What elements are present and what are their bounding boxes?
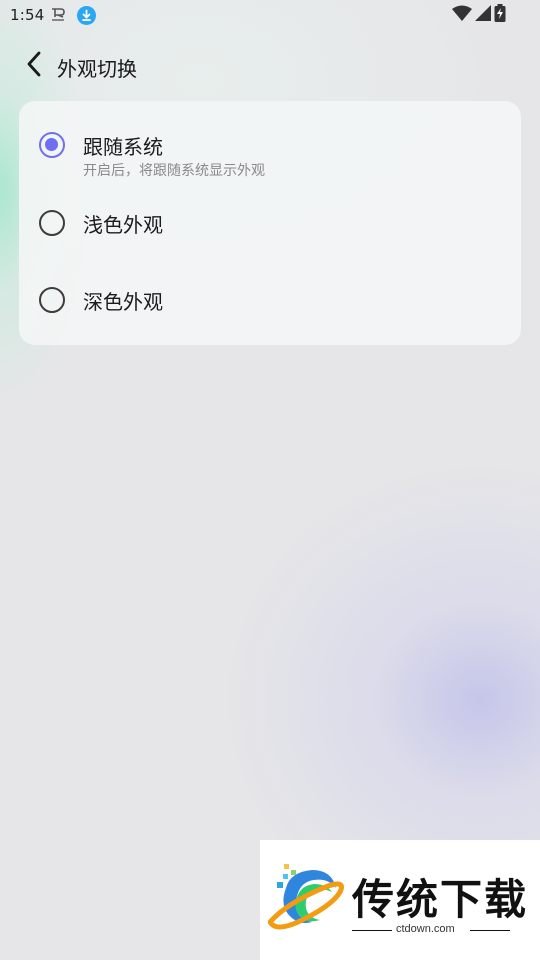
watermark-logo-icon xyxy=(266,862,346,936)
watermark: 传统下载 ctdown.com xyxy=(260,840,540,960)
option-label: 深色外观 xyxy=(83,290,163,314)
option-light-appearance[interactable]: 浅色外观 xyxy=(19,201,521,245)
option-label: 浅色外观 xyxy=(83,213,163,237)
watermark-line xyxy=(352,930,392,931)
app-r-icon xyxy=(50,7,66,23)
signal-icon xyxy=(475,5,491,25)
option-description: 开启后，将跟随系统显示外观 xyxy=(83,163,265,179)
battery-charging-icon xyxy=(494,4,506,26)
back-button[interactable] xyxy=(18,50,50,82)
watermark-url: ctdown.com xyxy=(396,923,455,935)
radio-unselected[interactable] xyxy=(39,210,65,236)
download-icon xyxy=(77,6,96,25)
status-time: 1:54 xyxy=(10,6,45,24)
option-follow-system[interactable]: 跟随系统 开启后，将跟随系统显示外观 xyxy=(19,121,521,185)
status-bar: 1:54 xyxy=(0,0,540,30)
watermark-text: 传统下载 xyxy=(352,875,529,924)
appearance-options-card: 跟随系统 开启后，将跟随系统显示外观 浅色外观 深色外观 xyxy=(19,101,521,345)
radio-unselected[interactable] xyxy=(39,287,65,313)
chevron-left-icon xyxy=(25,51,43,81)
option-dark-appearance[interactable]: 深色外观 xyxy=(19,278,521,322)
option-label: 跟随系统 xyxy=(83,135,163,159)
watermark-line xyxy=(470,930,510,931)
wifi-icon xyxy=(452,5,472,25)
status-right-icons xyxy=(452,4,506,26)
radio-selected[interactable] xyxy=(39,132,65,158)
app-header: 外观切换 xyxy=(0,44,540,88)
page-title: 外观切换 xyxy=(57,57,137,81)
